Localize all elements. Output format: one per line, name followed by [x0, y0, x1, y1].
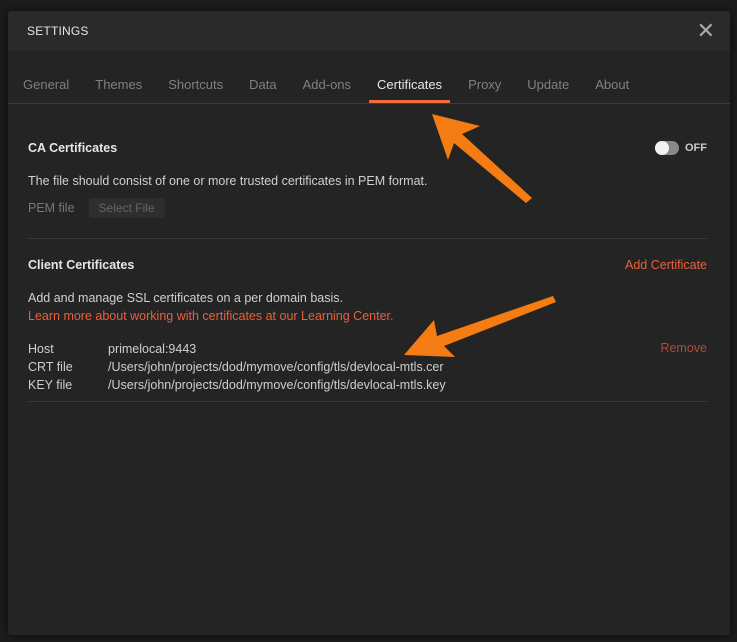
dialog-title: SETTINGS [27, 24, 89, 38]
divider [28, 238, 707, 239]
crt-file-value: /Users/john/projects/dod/mymove/config/t… [108, 360, 444, 374]
key-file-label: KEY file [28, 378, 73, 392]
host-label: Host [28, 342, 54, 356]
client-certificates-title: Client Certificates [28, 258, 135, 272]
key-file-value: /Users/john/projects/dod/mymove/config/t… [108, 378, 446, 392]
tab-shortcuts[interactable]: Shortcuts [160, 67, 231, 103]
tab-about[interactable]: About [587, 67, 637, 103]
tab-proxy[interactable]: Proxy [460, 67, 509, 103]
certificate-entry: Host primelocal:9443 CRT file/Users/john/… [28, 340, 707, 394]
close-icon[interactable]: ✕ [697, 20, 715, 42]
ca-toggle[interactable]: OFF [655, 141, 707, 155]
tab-data[interactable]: Data [241, 67, 284, 103]
select-file-button[interactable]: Select File [88, 198, 165, 218]
dialog-header: SETTINGS ✕ [8, 11, 730, 51]
settings-dialog: SETTINGS ✕ General Themes Shortcuts Data… [8, 11, 730, 635]
client-description: Add and manage SSL certificates on a per… [28, 291, 344, 305]
ca-certificates-section: CA Certificates OFF The file should cons… [28, 141, 707, 239]
ca-certificates-title: CA Certificates [28, 141, 118, 155]
learning-center-link[interactable]: Learn more about working with certificat… [28, 309, 707, 323]
host-value: primelocal:9443 [108, 342, 197, 356]
toggle-label: OFF [685, 142, 707, 154]
pem-file-label: PEM file [28, 201, 75, 215]
tab-update[interactable]: Update [519, 67, 577, 103]
tab-general[interactable]: General [15, 67, 77, 103]
tab-themes[interactable]: Themes [87, 67, 150, 103]
toggle-switch[interactable] [655, 141, 679, 155]
remove-certificate-link[interactable]: Remove [660, 341, 707, 355]
client-certificates-section: Client Certificates Add Certificate Add … [28, 258, 707, 402]
settings-tabs: General Themes Shortcuts Data Add-ons Ce… [8, 67, 730, 104]
tab-add-ons[interactable]: Add-ons [295, 67, 359, 103]
ca-description: The file should consist of one or more t… [28, 174, 428, 188]
tab-certificates[interactable]: Certificates [369, 67, 451, 103]
add-certificate-link[interactable]: Add Certificate [625, 258, 707, 272]
divider [28, 401, 707, 402]
crt-file-label: CRT file [28, 360, 73, 374]
